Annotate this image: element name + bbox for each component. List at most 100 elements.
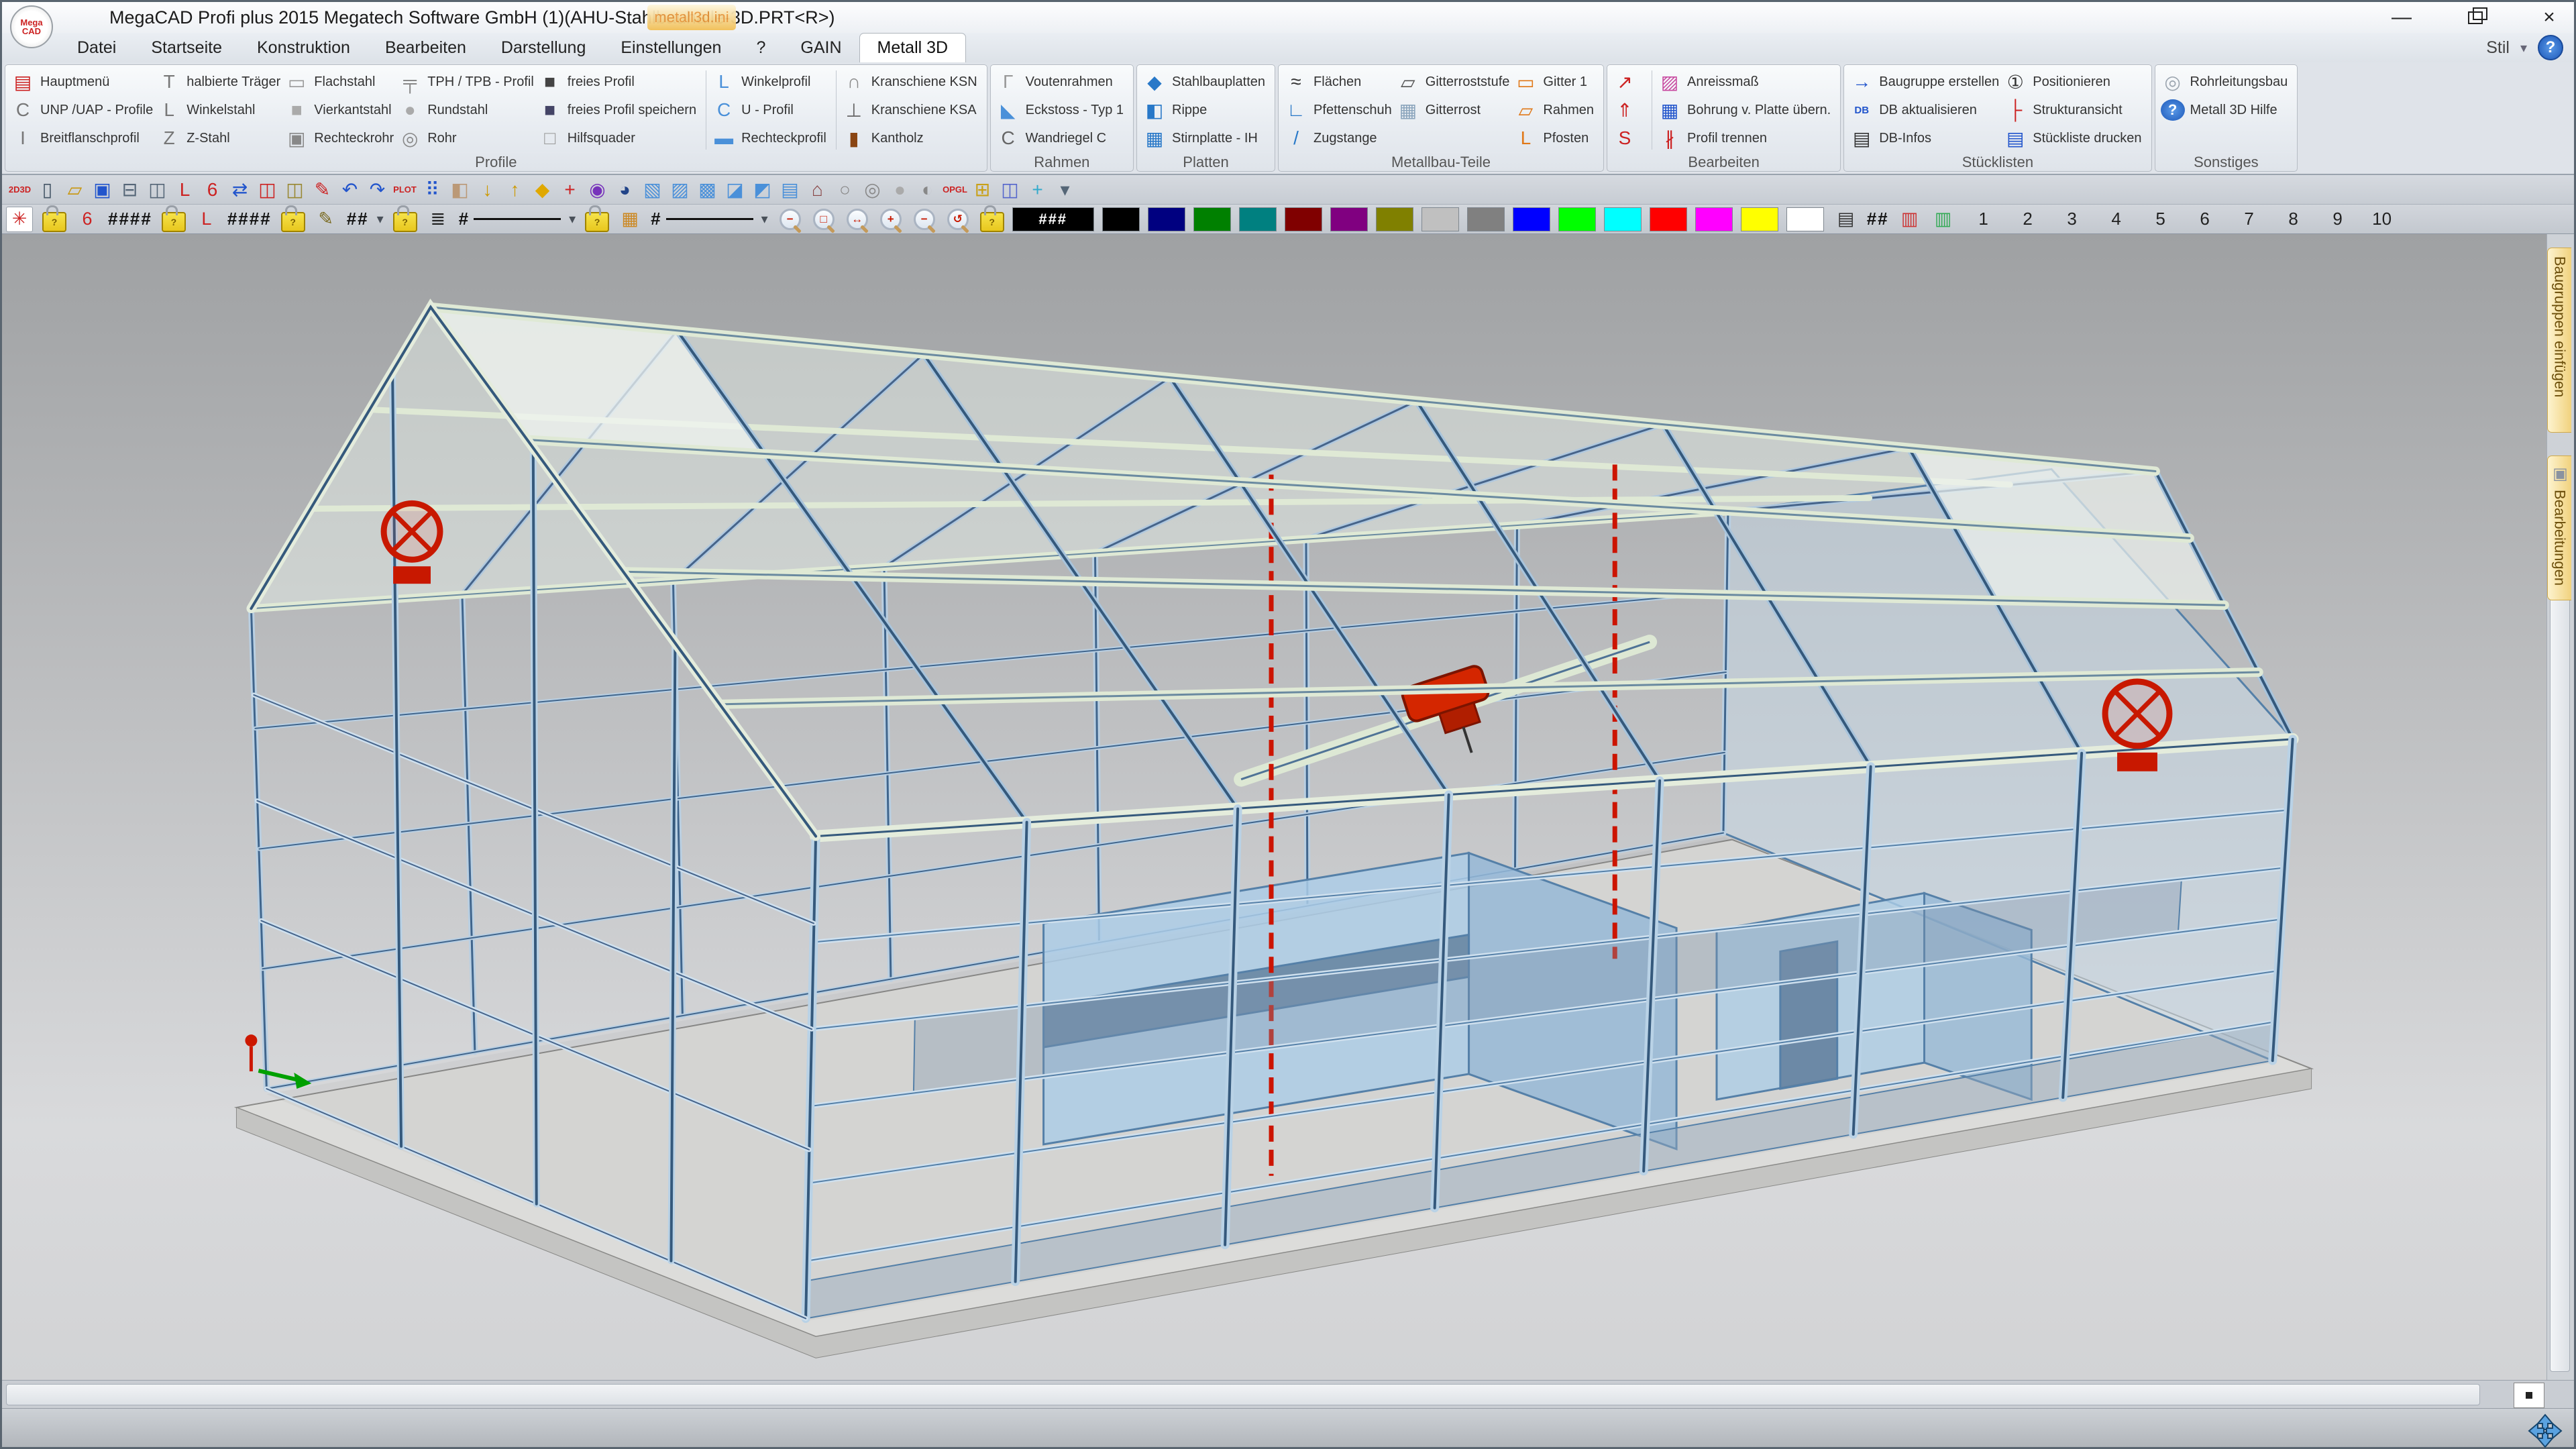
zoom-window-button[interactable]: □ [811, 207, 837, 232]
pen-color-list-button[interactable]: ▥ [1897, 207, 1923, 231]
color-swatch[interactable] [1695, 207, 1733, 231]
line-width-button[interactable]: ≣ [425, 207, 451, 231]
workplane-cube-button[interactable]: ◧ [446, 177, 474, 203]
coordinate-calc-button[interactable]: + [1024, 177, 1051, 203]
tph-tpb-profil-button[interactable]: ╤TPH / TPB - Profil [398, 68, 534, 96]
display-shaded-button[interactable]: ● [886, 177, 914, 203]
rohr-button[interactable]: ◎Rohr [398, 124, 534, 152]
stueckliste-drucken-button[interactable]: ▤Stückliste drucken [2003, 124, 2141, 152]
color-swatch[interactable] [1330, 207, 1368, 231]
group-field[interactable]: #### [108, 209, 152, 229]
tab-bearbeiten[interactable]: Bearbeiten [368, 33, 484, 62]
zoom-preset-5[interactable]: 5 [2143, 209, 2179, 229]
zoom-preset-2[interactable]: 2 [2010, 209, 2046, 229]
2d-3d-toggle-button[interactable]: 2D3D [6, 177, 34, 203]
restore-button[interactable] [2460, 6, 2491, 29]
color-swatch[interactable] [1239, 207, 1277, 231]
color-swatch[interactable] [1285, 207, 1322, 231]
pen-dropdown[interactable]: ▾ [377, 211, 384, 227]
style-selector[interactable]: Stil [2486, 38, 2510, 58]
profil-trennen-button[interactable]: ∦Profil trennen [1658, 124, 1831, 152]
stirnplatte-ih-button[interactable]: ▦Stirnplatte - IH [1142, 124, 1265, 152]
eckstoss-typ-1-button[interactable]: ◣Eckstoss - Typ 1 [996, 96, 1124, 124]
baugruppe-erstellen-button[interactable]: →Baugruppe erstellen [1849, 68, 1999, 96]
hatch-style-dropdown[interactable]: ▾ [761, 211, 768, 227]
kranschiene-ksn-button[interactable]: ∩Kranschiene KSN [842, 68, 977, 96]
flaechen-button[interactable]: ≈Flächen [1284, 68, 1392, 96]
help-button[interactable]: ? [2538, 35, 2563, 60]
zugstange-button[interactable]: /Zugstange [1284, 124, 1392, 152]
zoom-limits-button[interactable]: − [777, 207, 803, 232]
new-document-button[interactable]: ▯ [34, 177, 61, 203]
color-swatch[interactable] [1786, 207, 1824, 231]
bohrung-v-platte-uebern-button[interactable]: ▦Bohrung v. Platte übern. [1658, 96, 1831, 124]
halbierte-traeger-button[interactable]: Thalbierte Träger [157, 68, 280, 96]
color-swatch[interactable] [1513, 207, 1550, 231]
view-cube-3-button[interactable]: ▩ [694, 177, 721, 203]
rahmen-button[interactable]: ▱Rahmen [1513, 96, 1594, 124]
anreissmass-button[interactable]: ▨Anreissmaß [1658, 68, 1831, 96]
color-lock-icon[interactable]: ? [980, 212, 1004, 232]
layer-field[interactable]: #### [227, 209, 272, 229]
kantholz-button[interactable]: ▮Kantholz [842, 124, 977, 152]
color-swatch[interactable] [1148, 207, 1185, 231]
tab-startseite[interactable]: Startseite [133, 33, 239, 62]
level-diamond-button[interactable]: ◆ [529, 177, 556, 203]
horizontal-scrollbar-thumb[interactable] [6, 1384, 2480, 1405]
current-color-swatch[interactable]: ### [1012, 207, 1094, 231]
zoom-preset-1[interactable]: 1 [1966, 209, 2002, 229]
view-cube-2-button[interactable]: ▨ [666, 177, 694, 203]
display-hidden-line-button[interactable]: ◎ [859, 177, 886, 203]
print-preview-button[interactable]: ◫ [144, 177, 171, 203]
zoom-preset-7[interactable]: 7 [2231, 209, 2267, 229]
tab-item[interactable]: ? [739, 33, 783, 62]
color-field[interactable]: ## [1867, 209, 1889, 229]
unp-uap-profile-button[interactable]: CUNP /UAP - Profile [11, 96, 153, 124]
view-plane-button[interactable]: ▤ [776, 177, 804, 203]
zoom-preset-3[interactable]: 3 [2054, 209, 2090, 229]
zoom-preset-9[interactable]: 9 [2320, 209, 2356, 229]
viewport-3d[interactable]: Baugruppen einfügen ▣ Bearbeitungen [2, 234, 2574, 1380]
pfosten-button[interactable]: LPfosten [1513, 124, 1594, 152]
db-aktualisieren-button[interactable]: DBDB aktualisieren [1849, 96, 1999, 124]
winkelstahl-button[interactable]: LWinkelstahl [157, 96, 280, 124]
tab-einstellungen[interactable]: Einstellungen [603, 33, 739, 62]
line-style-selector[interactable]: # [459, 209, 561, 229]
gitter-1-button[interactable]: ▭Gitter 1 [1513, 68, 1594, 96]
koerper-schneiden-button[interactable]: S [1613, 124, 1642, 152]
koerper-anheben-button[interactable]: ⇑ [1613, 96, 1642, 124]
color-swatch[interactable] [1102, 207, 1140, 231]
color-swatch[interactable] [1650, 207, 1687, 231]
view-cube-4-button[interactable]: ◪ [721, 177, 749, 203]
display-outline-button[interactable]: ◐ [914, 177, 941, 203]
pen-field[interactable]: ## [347, 209, 369, 229]
pen-button[interactable]: ✎ [313, 207, 339, 231]
rohrleitungsbau-button[interactable]: ◎Rohrleitungsbau [2161, 68, 2288, 96]
zoom-preset-4[interactable]: 4 [2098, 209, 2135, 229]
pan-icon[interactable] [2527, 1413, 2563, 1449]
tab-gain[interactable]: GAIN [783, 33, 859, 62]
zoom-fit-button[interactable]: ↔ [845, 207, 870, 232]
breitflanschprofil-button[interactable]: IBreitflanschprofil [11, 124, 153, 152]
layer-document-button[interactable]: L [194, 207, 219, 231]
view-cube-1-button[interactable]: ▧ [639, 177, 666, 203]
color-swatch[interactable] [1376, 207, 1413, 231]
kranschiene-ksa-button[interactable]: ⊥Kranschiene KSA [842, 96, 977, 124]
display-wireframe-button[interactable]: ○ [831, 177, 859, 203]
strukturansicht-button[interactable]: ├Strukturansicht [2003, 96, 2141, 124]
print-button[interactable]: ⊟ [116, 177, 144, 203]
profile-manager-button[interactable]: ◫ [996, 177, 1024, 203]
rippe-button[interactable]: ◧Rippe [1142, 96, 1265, 124]
screen-colors-button[interactable]: ▤ [1833, 207, 1859, 231]
layer-lock-icon[interactable]: ? [162, 212, 186, 232]
linewidth-lock-icon[interactable]: ? [393, 212, 417, 232]
snap-arrow-down-button[interactable]: ↓ [474, 177, 501, 203]
freies-profil-speichern-button[interactable]: ■freies Profil speichern [538, 96, 696, 124]
hatch-lock-icon[interactable]: ? [585, 212, 609, 232]
rundstahl-button[interactable]: ●Rundstahl [398, 96, 534, 124]
winkelprofil-button[interactable]: LWinkelprofil [712, 68, 826, 96]
freies-profil-button[interactable]: ■freies Profil [538, 68, 696, 96]
color-swatch[interactable] [1421, 207, 1459, 231]
color-swatch[interactable] [1558, 207, 1596, 231]
origin-axis-button[interactable]: + [556, 177, 584, 203]
